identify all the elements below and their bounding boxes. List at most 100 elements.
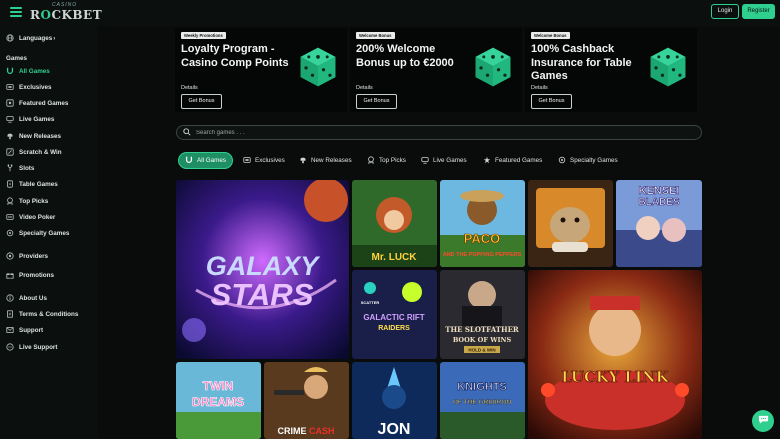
sidebar-item-live-games[interactable]: Live Games xyxy=(6,113,54,125)
svg-text:TWIN: TWIN xyxy=(203,379,234,393)
game-tile-slotfather[interactable]: THE SLOTFATHER BOOK OF WINS HOLD & WIN xyxy=(440,270,525,359)
info-icon xyxy=(6,294,14,302)
promo-title: Loyalty Program - Casino Comp Points xyxy=(181,43,289,69)
svg-text:OF THE GRIDIRON: OF THE GRIDIRON xyxy=(453,399,511,406)
scratch-icon xyxy=(6,148,14,156)
chat-bubble-icon xyxy=(758,412,769,430)
sidebar-item-top-picks[interactable]: Top Picks xyxy=(6,195,48,207)
rockbet-logo[interactable]: CASINO ROCKBET xyxy=(30,2,120,24)
new-icon xyxy=(299,156,307,166)
svg-text:RAIDERS: RAIDERS xyxy=(378,325,410,332)
game-tile-galactic-rift-raiders[interactable]: SCATTER GALACTIC RIFT RAIDERS xyxy=(352,270,437,359)
promo-card-loyalty: Weekly Promotions Loyalty Program - Casi… xyxy=(175,28,347,112)
poker-icon xyxy=(6,213,14,221)
sidebar-languages[interactable]: Languages › xyxy=(6,32,55,44)
search-icon xyxy=(183,128,191,138)
sidebar-item-all-games[interactable]: All Games xyxy=(6,65,50,77)
game-tile-twin-dreams[interactable]: TWIN DREAMS xyxy=(176,362,261,439)
sidebar-item-table-games[interactable]: Table Games xyxy=(6,178,58,190)
dice-icon xyxy=(470,44,516,90)
sidebar-item-slots[interactable]: Slots xyxy=(6,162,34,174)
game-tile-lucky-link[interactable]: LUCKY LINK xyxy=(528,270,702,439)
sidebar-item-exclusives[interactable]: Exclusives xyxy=(6,81,52,93)
sidebar-item-providers[interactable]: Providers xyxy=(6,250,48,262)
get-bonus-button[interactable]: Get Bonus xyxy=(181,94,222,109)
sidebar-item-featured-games[interactable]: Featured Games xyxy=(6,97,68,109)
globe-icon xyxy=(6,34,14,42)
featured-icon xyxy=(483,156,491,166)
tab-all-games[interactable]: All Games xyxy=(178,152,234,169)
sidebar-item-terms[interactable]: Terms & Conditions xyxy=(6,308,78,320)
sidebar-item-support[interactable]: Support xyxy=(6,324,43,336)
promo-details-link[interactable]: Details xyxy=(531,85,548,91)
svg-text:SCATTER: SCATTER xyxy=(361,300,380,305)
get-bonus-button[interactable]: Get Bonus xyxy=(356,94,397,109)
promo-title: 200% Welcome Bonus up to €2000 xyxy=(356,43,454,69)
main-content: Weekly Promotions Loyalty Program - Casi… xyxy=(97,26,780,439)
game-tile-galaxy-stars[interactable]: GALAXY STARS xyxy=(176,180,349,359)
svg-text:Mr. LUCK: Mr. LUCK xyxy=(372,252,418,263)
tab-live-games[interactable]: Live Games xyxy=(421,152,467,169)
search-bar[interactable] xyxy=(176,125,702,140)
horseshoe-icon xyxy=(185,156,193,166)
svg-text:AND THE POPPING PEPPERS: AND THE POPPING PEPPERS xyxy=(443,252,522,258)
game-tile-jon[interactable]: JON xyxy=(352,362,437,439)
horseshoe-icon xyxy=(6,67,14,75)
tab-exclusives[interactable]: Exclusives xyxy=(243,152,285,169)
sidebar-item-promotions[interactable]: Promotions xyxy=(6,269,54,281)
specialty-icon xyxy=(558,156,566,166)
promo-card-cashback: Welcome Bonus 100% Cashback Insurance fo… xyxy=(525,28,697,112)
game-tile-paco[interactable]: PACO AND THE POPPING PEPPERS xyxy=(440,180,525,267)
tab-featured-games[interactable]: Featured Games xyxy=(483,152,542,169)
svg-text:CRIME CASH: CRIME CASH xyxy=(277,426,334,436)
gift-icon xyxy=(6,271,14,279)
promo-details-link[interactable]: Details xyxy=(356,85,373,91)
chat-icon xyxy=(6,343,14,351)
live-icon xyxy=(6,115,14,123)
register-button[interactable]: Register xyxy=(742,4,775,19)
game-tile-kensei-blades[interactable]: KENSEI BLADES xyxy=(616,180,702,267)
sidebar-item-new-releases[interactable]: New Releases xyxy=(6,130,61,142)
svg-text:HOLD & WIN: HOLD & WIN xyxy=(468,348,495,353)
promo-title: 100% Cashback Insurance for Table Games xyxy=(531,43,632,82)
promo-badge: Welcome Bonus xyxy=(356,32,395,39)
login-button[interactable]: Login xyxy=(711,4,739,19)
games-heading: Games xyxy=(6,55,28,62)
dice-icon xyxy=(295,44,341,90)
promo-badge: Welcome Bonus xyxy=(531,32,570,39)
slots-icon xyxy=(6,164,14,172)
search-input[interactable] xyxy=(196,127,676,138)
svg-text:LUCKY LINK: LUCKY LINK xyxy=(561,368,670,386)
game-tile-crime-cash[interactable]: CRIME CASH xyxy=(264,362,349,439)
svg-text:BLADES: BLADES xyxy=(638,197,679,208)
svg-text:BOOK OF WINS: BOOK OF WINS xyxy=(453,336,512,344)
tab-specialty-games[interactable]: Specialty Games xyxy=(558,152,618,169)
menu-icon[interactable] xyxy=(10,7,22,17)
promo-card-welcome: Welcome Bonus 200% Welcome Bonus up to €… xyxy=(350,28,522,112)
game-tile-mr-luck[interactable]: Mr. LUCK xyxy=(352,180,437,267)
sidebar: Languages › Games All Games Exclusives Fe… xyxy=(0,26,97,439)
new-icon xyxy=(6,132,14,140)
promo-badge: Weekly Promotions xyxy=(181,32,226,39)
sidebar-item-specialty-games[interactable]: Specialty Games xyxy=(6,227,69,239)
live-icon xyxy=(421,156,429,166)
svg-text:KENSEI: KENSEI xyxy=(639,185,680,197)
top-picks-icon xyxy=(6,197,14,205)
game-tile-dog[interactable] xyxy=(528,180,613,267)
svg-text:GALACTIC RIFT: GALACTIC RIFT xyxy=(363,313,424,322)
logo-wordmark: ROCKBET xyxy=(30,8,103,22)
table-icon xyxy=(6,180,14,188)
exclusive-icon xyxy=(6,83,14,91)
sidebar-item-video-poker[interactable]: Video Poker xyxy=(6,211,55,223)
get-bonus-button[interactable]: Get Bonus xyxy=(531,94,572,109)
tab-top-picks[interactable]: Top Picks xyxy=(367,152,406,169)
sidebar-item-live-support[interactable]: Live Support xyxy=(6,341,57,353)
live-chat-button[interactable] xyxy=(752,410,774,432)
sidebar-item-scratch-win[interactable]: Scratch & Win xyxy=(6,146,62,158)
promo-details-link[interactable]: Details xyxy=(181,85,198,91)
game-tile-knights-gridiron[interactable]: KNIGHTS OF THE GRIDIRON xyxy=(440,362,525,439)
svg-text:THE SLOTFATHER: THE SLOTFATHER xyxy=(445,325,519,334)
sidebar-item-about-us[interactable]: About Us xyxy=(6,292,47,304)
chevron-right-icon: › xyxy=(53,34,56,42)
tab-new-releases[interactable]: New Releases xyxy=(299,152,352,169)
